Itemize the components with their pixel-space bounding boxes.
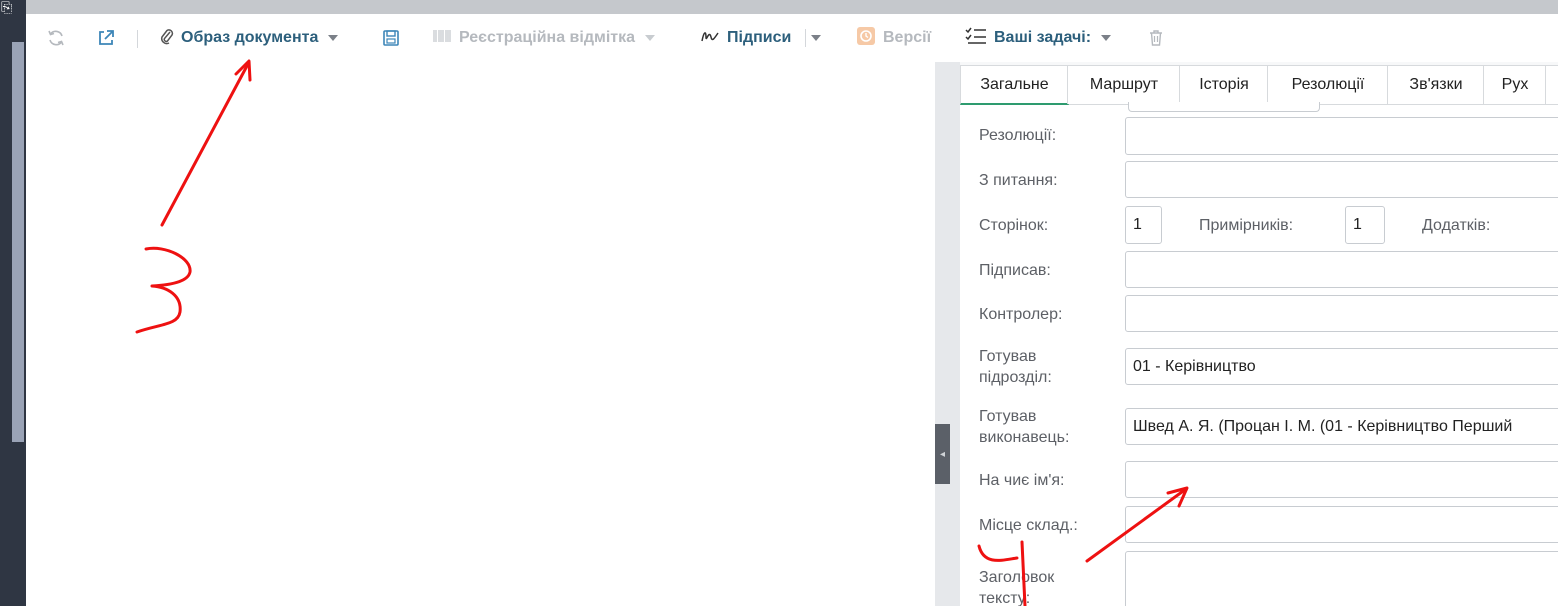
document-properties-panel: Загальне Маршрут Історія Резолюції Зв'яз…	[960, 62, 1558, 606]
tab-resolutions[interactable]: Резолюції	[1267, 65, 1389, 104]
prepared-dept-field[interactable]: 01 - Керівництво	[1125, 348, 1558, 385]
prepared-dept-label: Готував підрозділ:	[979, 346, 1052, 388]
tab-label: Маршрут	[1089, 76, 1159, 93]
scrolled-field-edge[interactable]	[1128, 102, 1320, 112]
chevron-down-icon	[1101, 35, 1112, 41]
copies-label: Примірників:	[1199, 217, 1294, 234]
toolbar-separator	[805, 29, 806, 47]
text-title-label-line1: Заголовок	[979, 569, 1055, 586]
trash-icon[interactable]	[1148, 14, 1164, 62]
text-title-label: Заголовок тексту:	[979, 567, 1054, 606]
collapse-panel-handle[interactable]: ◂	[935, 424, 950, 484]
text-title-label-line2: тексту:	[979, 590, 1031, 606]
on-behalf-field[interactable]	[1125, 461, 1558, 498]
prepared-exec-label: Готував виконавець:	[979, 406, 1069, 448]
external-link-icon[interactable]	[96, 14, 116, 62]
subject-field[interactable]	[1125, 161, 1558, 198]
tab-route[interactable]: Маршрут	[1067, 65, 1181, 104]
pages-label: Сторінок:	[979, 217, 1049, 234]
signed-by-label: Підписав:	[979, 262, 1051, 279]
signature-icon	[700, 27, 720, 50]
tab-overflow[interactable]	[1545, 65, 1558, 104]
sidebar-scroll-strip[interactable]	[12, 42, 24, 442]
tab-label: Резолюції	[1291, 76, 1365, 93]
tab-label: Зв'язки	[1409, 76, 1463, 93]
prepared-exec-field[interactable]: Швед А. Я. (Процан І. М. (01 - Керівницт…	[1125, 408, 1558, 445]
signatures-button[interactable]: Підписи	[700, 14, 791, 62]
toolbar-separator	[137, 30, 138, 48]
signatures-label: Підписи	[727, 29, 792, 46]
place-field[interactable]	[1125, 506, 1558, 543]
resolutions-label: Резолюції:	[979, 127, 1057, 144]
save-icon[interactable]	[382, 14, 400, 62]
copies-input[interactable]: 1	[1345, 206, 1385, 244]
tab-label: Загальне	[980, 75, 1049, 93]
chevron-down-icon	[645, 35, 655, 41]
resolutions-field[interactable]	[1125, 117, 1558, 155]
controller-label: Контролер:	[979, 306, 1063, 323]
versions-label: Версії	[883, 29, 932, 46]
controller-field[interactable]	[1125, 295, 1558, 332]
on-behalf-label: На чиє ім'я:	[979, 472, 1065, 489]
document-image-area	[26, 62, 935, 606]
prepared-exec-label-line2: виконавець:	[979, 429, 1070, 446]
tab-movement[interactable]: Рух	[1483, 65, 1547, 104]
registration-mark-label: Реєстраційна відмітка	[459, 29, 635, 46]
document-image-label: Образ документа	[181, 29, 319, 46]
tab-general[interactable]: Загальне	[960, 65, 1069, 105]
refresh-icon[interactable]	[46, 14, 66, 62]
versions-button[interactable]: Версії	[856, 14, 931, 62]
attachments-label: Додатків:	[1422, 217, 1491, 234]
subject-label: З питання:	[979, 172, 1058, 189]
tasks-button[interactable]: Ваші задачі:	[965, 14, 1112, 62]
prepared-dept-label-line1: Готував	[979, 348, 1037, 365]
barcode-icon	[432, 28, 452, 49]
history-icon	[856, 26, 876, 51]
document-image-button[interactable]: Образ документа	[160, 14, 339, 62]
properties-tabs: Загальне Маршрут Історія Резолюції Зв'яз…	[960, 62, 1558, 105]
tasks-label: Ваші задачі:	[994, 29, 1092, 46]
prepared-exec-label-line1: Готував	[979, 408, 1037, 425]
paperclip-icon	[160, 27, 174, 50]
pages-input[interactable]: 1	[1125, 206, 1162, 244]
tab-label: Історія	[1199, 76, 1249, 93]
tab-history[interactable]: Історія	[1179, 65, 1269, 104]
text-title-field[interactable]	[1125, 551, 1558, 606]
tab-label: Рух	[1501, 76, 1529, 93]
prepared-dept-label-line2: підрозділ:	[979, 369, 1052, 386]
panel-splitter[interactable]	[935, 62, 960, 606]
tab-links[interactable]: Зв'язки	[1387, 65, 1485, 104]
document-toolbar: Образ документа Реєстраційна відмітка Пі…	[26, 14, 1558, 62]
window-top-strip	[0, 0, 1558, 14]
signed-by-field[interactable]	[1125, 251, 1558, 288]
left-sidebar: ⎘	[0, 0, 26, 606]
chevron-down-icon	[328, 35, 339, 41]
place-label: Місце склад.:	[979, 517, 1078, 534]
chevron-down-icon	[811, 35, 821, 41]
signatures-dropdown-button[interactable]	[811, 14, 821, 62]
registration-mark-button[interactable]: Реєстраційна відмітка	[432, 14, 655, 62]
sidebar-menu-icon[interactable]: ⎘	[1, 0, 13, 16]
checklist-icon	[965, 27, 987, 50]
